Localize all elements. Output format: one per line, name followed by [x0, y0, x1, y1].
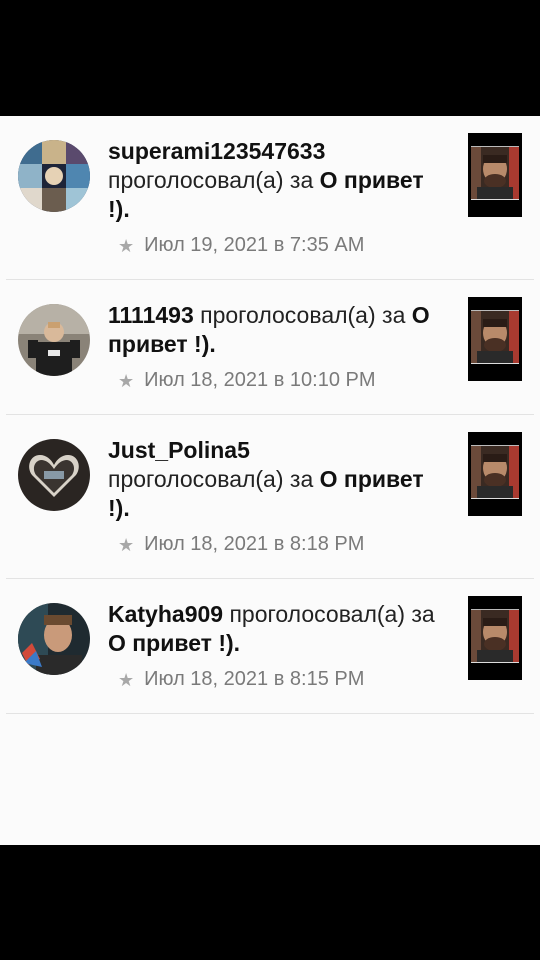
timestamp-row: ★ Июл 18, 2021 в 8:18 PM [108, 530, 450, 559]
username-link[interactable]: superami123547633 [108, 138, 325, 164]
feed-text: Just_Polina5 проголосовал(а) за О привет… [108, 436, 450, 559]
action-text: проголосовал(а) за [108, 466, 314, 492]
timestamp-row: ★ Июл 18, 2021 в 8:15 PM [108, 665, 450, 694]
timestamp-row: ★ Июл 19, 2021 в 7:35 AM [108, 231, 450, 260]
target-link[interactable]: О привет !). [108, 630, 240, 656]
timestamp: Июл 18, 2021 в 8:18 PM [144, 533, 365, 555]
target-thumbnail[interactable] [468, 596, 522, 680]
action-text: проголосовал(а) за [200, 302, 406, 328]
timestamp: Июл 19, 2021 в 7:35 AM [144, 234, 365, 256]
feed-item[interactable]: superami123547633 проголосовал(а) за О п… [6, 116, 534, 280]
action-text: проголосовал(а) за [229, 601, 435, 627]
bottom-letterbox [0, 845, 540, 960]
user-avatar[interactable] [18, 603, 90, 675]
username-link[interactable]: Katyha909 [108, 601, 223, 627]
feed-text: Katyha909 проголосовал(а) за О привет !)… [108, 600, 450, 694]
target-thumbnail[interactable] [468, 297, 522, 381]
activity-feed: superami123547633 проголосовал(а) за О п… [0, 116, 540, 845]
star-icon: ★ [118, 669, 135, 690]
user-avatar[interactable] [18, 140, 90, 212]
star-icon: ★ [118, 235, 135, 256]
target-thumbnail[interactable] [468, 432, 522, 516]
timestamp: Июл 18, 2021 в 8:15 PM [144, 668, 365, 690]
feed-text: superami123547633 проголосовал(а) за О п… [108, 137, 450, 260]
feed-item[interactable]: 1111493 проголосовал(а) за О привет !). … [6, 280, 534, 415]
thumbnail-image [471, 146, 519, 200]
target-thumbnail[interactable] [468, 133, 522, 217]
top-letterbox [0, 0, 540, 116]
thumbnail-image [471, 445, 519, 499]
timestamp-row: ★ Июл 18, 2021 в 10:10 PM [108, 366, 450, 395]
feed-item[interactable]: Just_Polina5 проголосовал(а) за О привет… [6, 415, 534, 579]
thumbnail-image [471, 310, 519, 364]
user-avatar[interactable] [18, 439, 90, 511]
username-link[interactable]: 1111493 [108, 302, 194, 328]
username-link[interactable]: Just_Polina5 [108, 437, 250, 463]
user-avatar[interactable] [18, 304, 90, 376]
star-icon: ★ [118, 534, 135, 555]
thumbnail-image [471, 609, 519, 663]
feed-text: 1111493 проголосовал(а) за О привет !). … [108, 301, 450, 395]
star-icon: ★ [118, 370, 135, 391]
timestamp: Июл 18, 2021 в 10:10 PM [144, 369, 376, 391]
action-text: проголосовал(а) за [108, 167, 314, 193]
feed-item[interactable]: Katyha909 проголосовал(а) за О привет !)… [6, 579, 534, 714]
